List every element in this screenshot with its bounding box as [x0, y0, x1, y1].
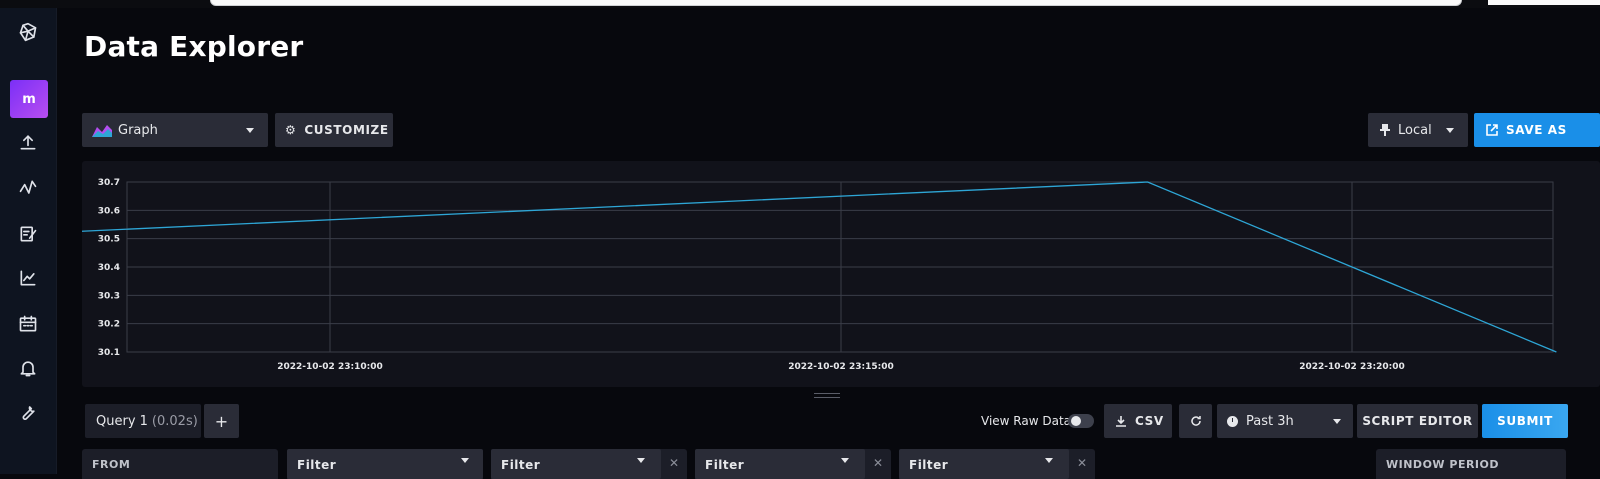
page-title: Data Explorer	[84, 30, 304, 63]
y-tick-label: 30.3	[98, 291, 120, 301]
filter-card-3: Filter ✕	[695, 449, 891, 479]
org-initial: m	[22, 91, 36, 107]
y-tick-label: 30.6	[98, 206, 120, 216]
filter-card-1: Filter	[287, 449, 483, 479]
chevron-down-icon	[246, 128, 254, 133]
filter-card-4: Filter ✕	[899, 449, 1095, 479]
window-period-label: WINDOW PERIOD	[1386, 458, 1499, 471]
browser-address-bar[interactable]	[210, 0, 1462, 6]
script-editor-button[interactable]: SCRIPT EDITOR	[1357, 404, 1478, 438]
chevron-down-icon	[1045, 458, 1053, 463]
tab-query-1[interactable]: Query 1 (0.02s)	[85, 404, 201, 438]
gear-icon: ⚙	[285, 123, 297, 137]
resize-handle[interactable]	[814, 393, 840, 398]
chevron-down-icon	[461, 458, 469, 463]
filter-card-2: Filter ✕	[491, 449, 687, 479]
submit-label: SUBMIT	[1497, 414, 1553, 428]
from-label: FROM	[92, 458, 131, 471]
save-as-button[interactable]: SAVE AS	[1474, 113, 1600, 147]
submit-button[interactable]: SUBMIT	[1482, 404, 1568, 438]
tasks-icon[interactable]	[8, 306, 48, 342]
data-explorer-icon[interactable]	[8, 170, 48, 206]
time-range-dropdown[interactable]: Past 3h	[1217, 404, 1353, 438]
view-raw-data-toggle[interactable]	[1068, 414, 1094, 428]
query-tab-name: Query 1	[96, 413, 148, 429]
y-tick-label: 30.1	[98, 348, 120, 358]
visualization-type-label: Graph	[118, 122, 158, 138]
window-period-card: WINDOW PERIOD	[1376, 449, 1566, 479]
refresh-icon	[1190, 416, 1201, 426]
graph-panel[interactable]: 30.1 30.2 30.3 30.4 30.5 30.6 30.7 2022-10-02 2…	[82, 161, 1600, 387]
filter-dropdown-4[interactable]: Filter	[899, 449, 1069, 479]
visualization-type-dropdown[interactable]: Graph	[82, 113, 268, 147]
time-range-label: Past 3h	[1246, 413, 1294, 429]
customize-button[interactable]: ⚙ CUSTOMIZE	[275, 113, 393, 147]
script-editor-label: SCRIPT EDITOR	[1362, 414, 1473, 428]
x-tick-label: 2022-10-02 23:20:00	[1299, 362, 1404, 372]
csv-label: CSV	[1135, 414, 1164, 428]
chevron-down-icon	[1333, 419, 1341, 424]
add-query-label: +	[214, 411, 229, 431]
chevron-down-icon	[1446, 128, 1454, 133]
x-tick-label: 2022-10-02 23:10:00	[277, 362, 382, 372]
csv-download-button[interactable]: CSV	[1104, 404, 1172, 438]
graph-type-icon	[92, 125, 112, 137]
dashboards-icon[interactable]	[8, 260, 48, 296]
clock-icon	[1227, 415, 1238, 427]
filter-dropdown-2[interactable]: Filter	[491, 449, 661, 479]
filter-dropdown-3[interactable]: Filter	[695, 449, 865, 479]
filter-label: Filter	[297, 458, 337, 472]
download-icon	[1116, 416, 1126, 427]
y-tick-label: 30.4	[98, 263, 120, 273]
settings-wrench-icon[interactable]	[8, 394, 48, 430]
influx-logo-icon[interactable]	[8, 14, 48, 50]
browser-top-strip	[0, 0, 1600, 8]
browser-window-controls	[1488, 0, 1600, 5]
y-tick-label: 30.5	[98, 235, 120, 245]
filter-label: Filter	[501, 458, 541, 472]
y-tick-label: 30.7	[98, 178, 120, 188]
filter-label: Filter	[705, 458, 745, 472]
x-tick-label: 2022-10-02 23:15:00	[788, 362, 893, 372]
from-card: FROM	[82, 449, 278, 479]
y-tick-label: 30.2	[98, 320, 120, 330]
external-link-icon	[1486, 124, 1498, 136]
close-icon[interactable]: ✕	[669, 456, 680, 470]
org-avatar[interactable]: m	[10, 80, 48, 118]
filter-dropdown-1[interactable]: Filter	[287, 449, 483, 479]
save-as-label: SAVE AS	[1506, 123, 1567, 137]
sidebar-nav: m	[0, 8, 57, 474]
close-icon[interactable]: ✕	[1077, 456, 1088, 470]
pin-icon	[1380, 124, 1390, 136]
load-data-icon[interactable]	[8, 124, 48, 160]
customize-label: CUSTOMIZE	[304, 123, 389, 137]
chevron-down-icon	[637, 458, 645, 463]
filter-label: Filter	[909, 458, 949, 472]
refresh-button[interactable]	[1179, 404, 1212, 438]
chevron-down-icon	[841, 458, 849, 463]
view-raw-data-label: View Raw Data	[981, 414, 1071, 428]
query-tab-time: (0.02s)	[151, 413, 198, 429]
alerts-bell-icon[interactable]	[8, 350, 48, 386]
notebooks-icon[interactable]	[8, 216, 48, 252]
line-chart: 30.1 30.2 30.3 30.4 30.5 30.6 30.7 2022-10-02 2…	[82, 178, 1557, 372]
close-icon[interactable]: ✕	[873, 456, 884, 470]
add-query-button[interactable]: +	[204, 404, 239, 438]
timezone-dropdown[interactable]: Local	[1368, 113, 1468, 147]
toggle-knob	[1071, 416, 1081, 426]
timezone-label: Local	[1398, 122, 1432, 138]
